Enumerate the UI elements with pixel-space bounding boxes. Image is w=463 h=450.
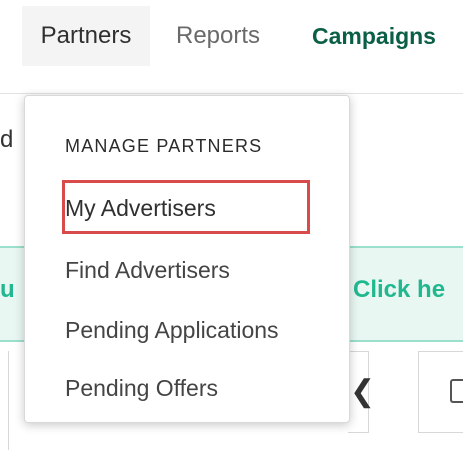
menu-item-my-advertisers[interactable]: My Advertisers <box>65 197 216 220</box>
background-text-fragment: d <box>0 126 14 153</box>
menu-header: MANAGE PARTNERS <box>65 136 263 156</box>
banner-text-left: u <box>0 276 15 303</box>
menu-item-label: Find Advertisers <box>65 257 230 283</box>
nav-item-reports[interactable]: Reports <box>176 6 260 66</box>
menu-item-label: My Advertisers <box>65 195 216 221</box>
nav-item-partners[interactable]: Partners <box>22 6 150 66</box>
square-icon <box>450 379 463 403</box>
menu-item-pending-offers[interactable]: Pending Offers <box>65 377 218 400</box>
menu-item-label: Pending Offers <box>65 375 219 401</box>
top-navigation: Partners Reports Campaigns <box>0 0 463 70</box>
top-divider <box>0 93 463 94</box>
menu-item-pending-applications[interactable]: Pending Applications <box>65 319 279 342</box>
nav-item-campaigns[interactable]: Campaigns <box>312 6 436 66</box>
page: Partners Reports Campaigns d u Click he … <box>0 0 463 450</box>
partners-dropdown-menu: MANAGE PARTNERS My Advertisers Find Adve… <box>24 95 350 423</box>
menu-item-find-advertisers[interactable]: Find Advertisers <box>65 259 230 282</box>
left-panel-edge <box>0 351 9 450</box>
banner-link[interactable]: Click he <box>353 276 445 304</box>
menu-item-label: Pending Applications <box>65 317 279 343</box>
chevron-left-icon[interactable]: ❮ <box>350 377 375 407</box>
